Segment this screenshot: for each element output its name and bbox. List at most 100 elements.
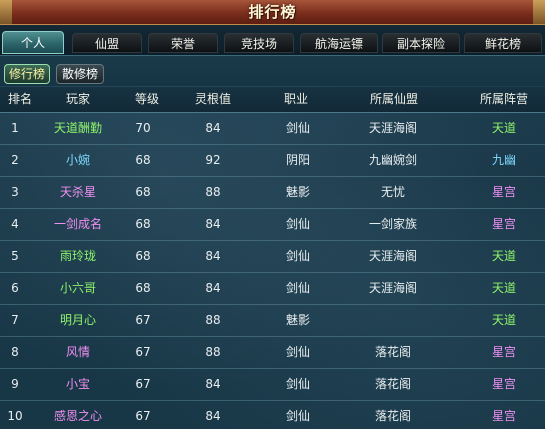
- tab-honor[interactable]: 荣誉: [148, 33, 218, 53]
- player-name[interactable]: 小六哥: [38, 273, 118, 304]
- guild-cell: 天涯海阁: [368, 121, 417, 135]
- column-header-guild[interactable]: 所属仙盟: [344, 87, 444, 112]
- subtab-cultivation[interactable]: 修行榜: [4, 64, 50, 84]
- faction-cell: 天道: [491, 249, 516, 263]
- guild-cell: 九幽婉剑: [368, 153, 417, 167]
- rank-cell: 2: [11, 153, 19, 167]
- player-name[interactable]: 雨玲珑: [38, 241, 118, 272]
- spirit-root-cell: 84: [205, 217, 221, 231]
- category-tabs: 个人 仙盟 荣誉 竞技场 航海运镖 副本探险 鲜花榜: [0, 25, 545, 56]
- level-cell: 67: [135, 345, 151, 359]
- table-row[interactable]: 4 一剑成名 68 84 剑仙 一剑家族 星宫: [0, 209, 545, 241]
- rank-cell: 7: [11, 313, 19, 327]
- faction-cell: 星宫: [491, 377, 516, 391]
- table-row[interactable]: 3 天杀星 68 88 魅影 无忧 星宫: [0, 177, 545, 209]
- tab-arena[interactable]: 竞技场: [224, 33, 294, 53]
- faction-cell: 九幽: [491, 153, 516, 167]
- player-name[interactable]: 小宝: [38, 369, 118, 400]
- player-name[interactable]: 一剑成名: [38, 209, 118, 240]
- faction-cell: 天道: [491, 281, 516, 295]
- window-title: 排行榜: [248, 3, 297, 21]
- column-header-rank[interactable]: 排名: [0, 87, 40, 112]
- faction-cell: 天道: [491, 313, 516, 327]
- faction-cell: 星宫: [491, 345, 516, 359]
- tab-personal[interactable]: 个人: [2, 31, 64, 54]
- class-cell: 剑仙: [285, 217, 310, 231]
- class-cell: 剑仙: [285, 281, 310, 295]
- faction-cell: 星宫: [491, 185, 516, 199]
- player-name[interactable]: 明月心: [38, 305, 118, 336]
- title-bar-right-ornament: [533, 0, 545, 24]
- title-bar: 排行榜: [0, 0, 545, 25]
- column-header-class[interactable]: 职业: [248, 87, 344, 112]
- tab-dungeon[interactable]: 副本探险: [382, 33, 460, 53]
- class-cell: 剑仙: [285, 345, 310, 359]
- player-name[interactable]: 天杀星: [38, 177, 118, 208]
- class-cell: 剑仙: [285, 409, 310, 423]
- level-cell: 67: [135, 409, 151, 423]
- level-cell: 68: [135, 281, 151, 295]
- guild-cell: 落花阁: [374, 409, 411, 423]
- table-row[interactable]: 5 雨玲珑 68 84 剑仙 天涯海阁 天道: [0, 241, 545, 273]
- table-header: 排名 玩家 等级 灵根值 职业 所属仙盟 所属阵营: [0, 87, 545, 113]
- level-cell: 67: [135, 313, 151, 327]
- tab-alliance[interactable]: 仙盟: [72, 33, 142, 53]
- rank-cell: 6: [11, 281, 19, 295]
- sub-tabs: 修行榜 散修榜: [0, 56, 545, 86]
- level-cell: 67: [135, 377, 151, 391]
- class-cell: 魅影: [285, 185, 310, 199]
- table-row[interactable]: 9 小宝 67 84 剑仙 落花阁 星宫: [0, 369, 545, 401]
- rank-cell: 8: [11, 345, 19, 359]
- ranking-table: 排名 玩家 等级 灵根值 职业 所属仙盟 所属阵营 1 天道酬勤 70 84 剑仙 天涯海…: [0, 87, 545, 429]
- guild-cell: 无忧: [380, 185, 405, 199]
- level-cell: 68: [135, 249, 151, 263]
- level-cell: 68: [135, 153, 151, 167]
- rank-cell: 5: [11, 249, 19, 263]
- guild-cell: 天涯海阁: [368, 249, 417, 263]
- ranking-window: 排行榜 个人 仙盟 荣誉 竞技场 航海运镖 副本探险 鲜花榜 修行榜 散修榜 排…: [0, 0, 545, 429]
- class-cell: 阴阳: [285, 153, 310, 167]
- class-cell: 剑仙: [285, 377, 310, 391]
- table-row[interactable]: 2 小婉 68 92 阴阳 九幽婉剑 九幽: [0, 145, 545, 177]
- level-cell: 68: [135, 185, 151, 199]
- guild-cell: [338, 305, 448, 336]
- faction-cell: 星宫: [491, 217, 516, 231]
- spirit-root-cell: 88: [205, 313, 221, 327]
- level-cell: 68: [135, 217, 151, 231]
- rank-cell: 4: [11, 217, 19, 231]
- column-header-spirit-root[interactable]: 灵根值: [178, 87, 248, 112]
- player-name[interactable]: 感恩之心: [38, 401, 118, 429]
- rank-cell: 3: [11, 185, 19, 199]
- tab-sea-escort[interactable]: 航海运镖: [300, 33, 378, 53]
- column-header-level[interactable]: 等级: [116, 87, 178, 112]
- column-header-player[interactable]: 玩家: [40, 87, 116, 112]
- table-row[interactable]: 8 风情 67 88 剑仙 落花阁 星宫: [0, 337, 545, 369]
- column-header-faction[interactable]: 所属阵营: [464, 87, 544, 112]
- table-row[interactable]: 1 天道酬勤 70 84 剑仙 天涯海阁 天道: [0, 113, 545, 145]
- guild-cell: 落花阁: [374, 345, 411, 359]
- level-cell: 70: [135, 121, 151, 135]
- table-row[interactable]: 7 明月心 67 88 魅影 天道: [0, 305, 545, 337]
- spirit-root-cell: 84: [205, 249, 221, 263]
- faction-cell: 天道: [491, 121, 516, 135]
- spirit-root-cell: 84: [205, 409, 221, 423]
- spirit-root-cell: 88: [205, 345, 221, 359]
- spirit-root-cell: 84: [205, 377, 221, 391]
- player-name[interactable]: 小婉: [38, 145, 118, 176]
- table-row[interactable]: 6 小六哥 68 84 剑仙 天涯海阁 天道: [0, 273, 545, 305]
- rank-cell: 1: [11, 121, 19, 135]
- guild-cell: 天涯海阁: [368, 281, 417, 295]
- class-cell: 剑仙: [285, 121, 310, 135]
- player-name[interactable]: 风情: [38, 337, 118, 368]
- guild-cell: 落花阁: [374, 377, 411, 391]
- rank-cell: 10: [7, 409, 23, 423]
- guild-cell: 一剑家族: [368, 217, 417, 231]
- spirit-root-cell: 84: [205, 121, 221, 135]
- class-cell: 魅影: [285, 313, 310, 327]
- subtab-freelance[interactable]: 散修榜: [56, 64, 104, 84]
- faction-cell: 星宫: [491, 409, 516, 423]
- tab-flowers[interactable]: 鲜花榜: [464, 33, 542, 53]
- class-cell: 剑仙: [285, 249, 310, 263]
- player-name[interactable]: 天道酬勤: [38, 113, 118, 144]
- table-row[interactable]: 10 感恩之心 67 84 剑仙 落花阁 星宫: [0, 401, 545, 429]
